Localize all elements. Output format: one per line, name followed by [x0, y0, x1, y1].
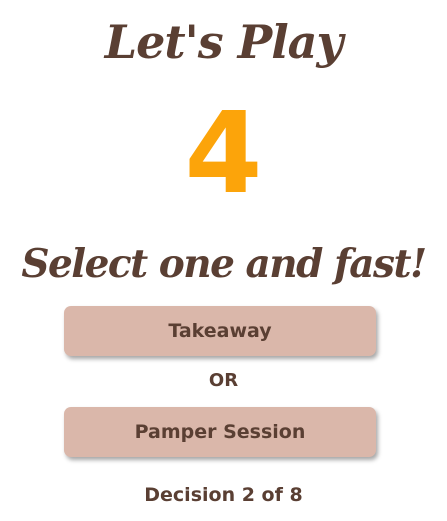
- choice-button-pamper-session[interactable]: Pamper Session: [64, 407, 376, 457]
- choice-label: Pamper Session: [134, 421, 306, 443]
- prompt-text: Select one and fast!: [21, 241, 427, 287]
- choice-button-takeaway[interactable]: Takeaway: [64, 306, 376, 356]
- page-title: Let's Play: [104, 15, 343, 69]
- or-separator: OR: [208, 370, 239, 391]
- choice-label: Takeaway: [168, 320, 272, 342]
- countdown-number: 4: [184, 89, 263, 219]
- decision-progress: Decision 2 of 8: [144, 484, 303, 506]
